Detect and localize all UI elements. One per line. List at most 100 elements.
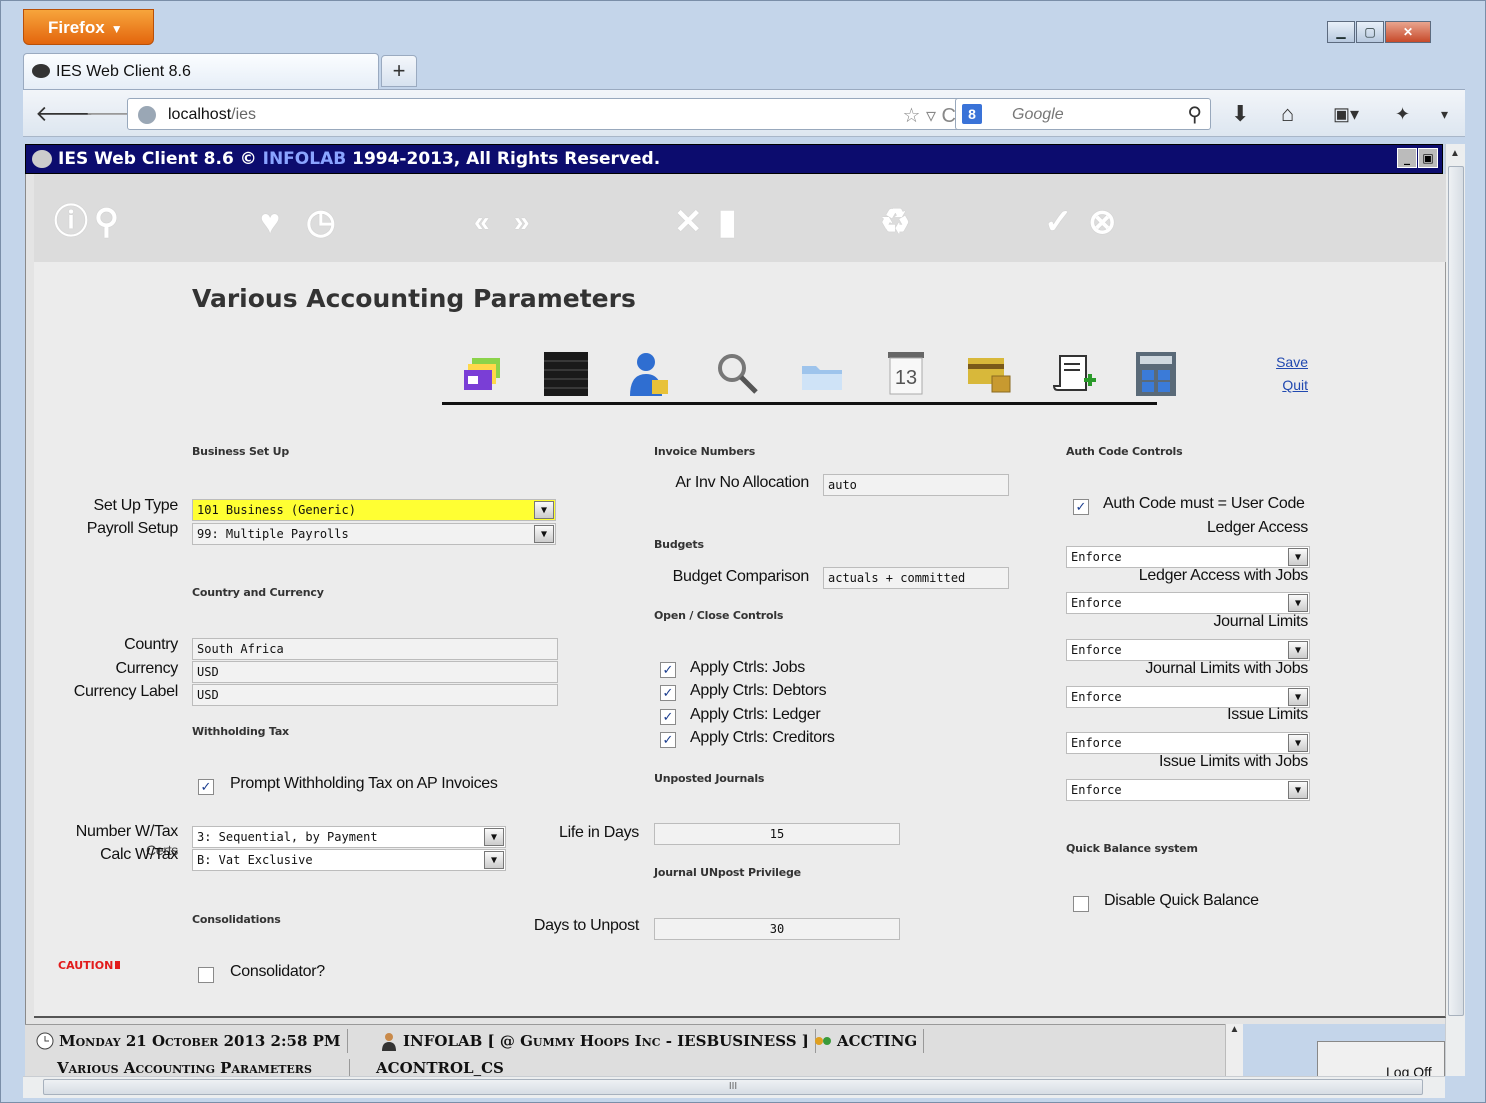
auth-code-heading: Auth Code Controls xyxy=(1066,445,1183,458)
issue-limits-select[interactable]: Enforce ▼ xyxy=(1066,732,1310,754)
apply-ctrls-creditors-checkbox[interactable]: ✓ xyxy=(660,732,676,748)
journal-limits-select[interactable]: Enforce ▼ xyxy=(1066,639,1310,661)
prompt-wht-checkbox[interactable]: ✓ xyxy=(198,779,214,795)
ledger-access-jobs-value: Enforce xyxy=(1071,596,1122,610)
app-minimize-button[interactable]: _ xyxy=(1397,148,1417,168)
chevron-down-icon[interactable]: ▼ xyxy=(484,851,504,869)
chevron-down-icon[interactable]: ▼ xyxy=(484,828,504,846)
apply-ctrls-ledger-checkbox[interactable]: ✓ xyxy=(660,709,676,725)
quit-link[interactable]: Quit xyxy=(1264,377,1308,393)
invoice-numbers-heading: Invoice Numbers xyxy=(654,445,756,458)
favorite-heart-icon[interactable]: ♥ xyxy=(260,204,280,240)
recycle-icon[interactable]: ♻ xyxy=(880,204,910,240)
calendar-icon[interactable]: 13 xyxy=(882,350,930,398)
ledger-access-select[interactable]: Enforce ▼ xyxy=(1066,546,1310,568)
save-link[interactable]: Save xyxy=(1264,354,1308,370)
credit-card-lock-icon[interactable] xyxy=(966,350,1014,398)
folder-icon[interactable] xyxy=(798,350,846,398)
vertical-scrollbar[interactable]: ▲ xyxy=(1445,144,1465,1076)
search-icon[interactable]: ⚲ xyxy=(1187,102,1202,127)
life-in-days-field[interactable]: 15 xyxy=(654,823,900,845)
budget-comparison-field[interactable]: actuals + committed xyxy=(823,567,1009,589)
apply-ctrls-jobs-checkbox[interactable]: ✓ xyxy=(660,662,676,678)
chevron-down-icon[interactable]: ▼ xyxy=(1288,641,1308,659)
country-currency-heading: Country and Currency xyxy=(192,586,324,599)
days-to-unpost-field[interactable]: 30 xyxy=(654,918,900,940)
minimize-button[interactable]: ▁ xyxy=(1327,21,1355,43)
app-eye-icon xyxy=(32,150,52,168)
tools-icon[interactable]: ✕ xyxy=(674,204,703,240)
setup-type-select[interactable]: 101 Business (Generic) ▼ xyxy=(192,499,556,521)
status-datetime-text: Monday 21 October 2013 2:58 PM xyxy=(59,1032,341,1050)
disable-quick-balance-checkbox[interactable] xyxy=(1073,896,1089,912)
chevron-down-icon[interactable]: ▼ xyxy=(1288,734,1308,752)
scroll-add-icon[interactable] xyxy=(1050,350,1098,398)
home-icon[interactable]: ⌂ xyxy=(1281,102,1294,126)
app-restore-button[interactable]: ▣ xyxy=(1418,148,1438,168)
apply-ctrls-debtors-checkbox[interactable]: ✓ xyxy=(660,685,676,701)
cards-icon[interactable] xyxy=(460,350,508,398)
search-tool-icon[interactable]: ⚲ xyxy=(94,204,119,240)
currency-field[interactable]: USD xyxy=(192,661,558,683)
module-icon xyxy=(815,1037,831,1045)
url-host: localhost xyxy=(168,106,232,123)
calc-wtax-select[interactable]: B: Vat Exclusive ▼ xyxy=(192,849,506,871)
menu-arrow-icon[interactable]: ▾ xyxy=(1441,102,1448,126)
title-brand: INFOLAB xyxy=(262,149,347,169)
consolidator-checkbox[interactable] xyxy=(198,967,214,983)
scroll-up-icon[interactable]: ▲ xyxy=(1450,148,1460,159)
download-icon[interactable]: ⬇ xyxy=(1231,102,1249,126)
accept-check-icon[interactable]: ✓ xyxy=(1044,204,1073,240)
auth-code-checkbox[interactable]: ✓ xyxy=(1073,499,1089,515)
server-rack-icon[interactable] xyxy=(542,350,590,398)
task-acontrol[interactable]: ACONTROL_CS xyxy=(349,1059,519,1077)
user-lock-icon[interactable] xyxy=(626,350,674,398)
currency-label-field[interactable]: USD xyxy=(192,684,558,706)
country-field[interactable]: South Africa xyxy=(192,638,558,660)
journal-limits-jobs-value: Enforce xyxy=(1071,690,1122,704)
chevron-down-icon[interactable]: ▼ xyxy=(1288,781,1308,799)
number-wtax-select[interactable]: 3: Sequential, by Payment ▼ xyxy=(192,826,506,848)
info-icon[interactable]: ⓘ xyxy=(54,204,88,240)
chevron-down-icon[interactable]: ▼ xyxy=(1288,548,1308,566)
cancel-x-icon[interactable]: ⊗ xyxy=(1088,204,1117,240)
chevron-down-icon[interactable]: ▼ xyxy=(534,501,554,519)
close-window-button[interactable]: ✕ xyxy=(1385,21,1431,43)
history-clock-icon[interactable]: ◷ xyxy=(306,204,336,240)
blank-page-icon[interactable]: ▮ xyxy=(718,204,737,240)
apply-ctrls-creditors-label: Apply Ctrls: Creditors xyxy=(690,729,835,746)
calculator-icon[interactable] xyxy=(1132,350,1180,398)
currency-label-label: Currency Label xyxy=(73,683,179,700)
browser-tab[interactable]: IES Web Client 8.6 xyxy=(23,53,379,89)
horizontal-scrollbar[interactable]: III xyxy=(23,1076,1445,1098)
chevron-down-icon[interactable]: ▼ xyxy=(1288,594,1308,612)
next-icon[interactable]: » xyxy=(514,204,530,240)
payroll-setup-value: 99: Multiple Payrolls xyxy=(197,527,349,541)
magnifier-icon[interactable] xyxy=(714,350,762,398)
ar-inv-field[interactable]: auto xyxy=(823,474,1009,496)
bookmarks-icon[interactable]: ▣▾ xyxy=(1333,102,1359,126)
payroll-setup-select[interactable]: 99: Multiple Payrolls ▼ xyxy=(192,523,556,545)
new-tab-button[interactable]: + xyxy=(381,55,417,87)
vertical-scroll-thumb[interactable] xyxy=(1448,166,1464,1016)
reload-icon[interactable]: ☆ ▿ C xyxy=(902,103,956,128)
horizontal-scroll-thumb[interactable]: III xyxy=(43,1079,1423,1095)
ledger-access-jobs-select[interactable]: Enforce ▼ xyxy=(1066,592,1310,614)
journal-limits-value: Enforce xyxy=(1071,643,1122,657)
search-box[interactable]: 8 Google ⚲ xyxy=(955,98,1211,130)
addon-icon[interactable]: ✦ xyxy=(1395,102,1410,126)
task-various-params[interactable]: Various Accounting Parameters xyxy=(31,1059,349,1077)
caution-text: CAUTION xyxy=(58,959,121,972)
journal-limits-jobs-select[interactable]: Enforce ▼ xyxy=(1066,686,1310,708)
open-close-heading: Open / Close Controls xyxy=(654,609,784,622)
chevron-down-icon[interactable]: ▼ xyxy=(534,525,554,543)
number-wtax-value: 3: Sequential, by Payment xyxy=(197,830,378,844)
status-scrollbar[interactable]: ▲ xyxy=(1225,1024,1243,1076)
maximize-button[interactable]: ▢ xyxy=(1356,21,1384,43)
log-off-button[interactable]: Log Off xyxy=(1317,1041,1445,1077)
firefox-menu-button[interactable]: Firefox ▼ xyxy=(23,9,154,45)
previous-icon[interactable]: « xyxy=(474,204,490,240)
issue-limits-jobs-select[interactable]: Enforce ▼ xyxy=(1066,779,1310,801)
address-bar[interactable]: localhost/ies ☆ ▿ C xyxy=(127,98,967,130)
chevron-down-icon[interactable]: ▼ xyxy=(1288,688,1308,706)
